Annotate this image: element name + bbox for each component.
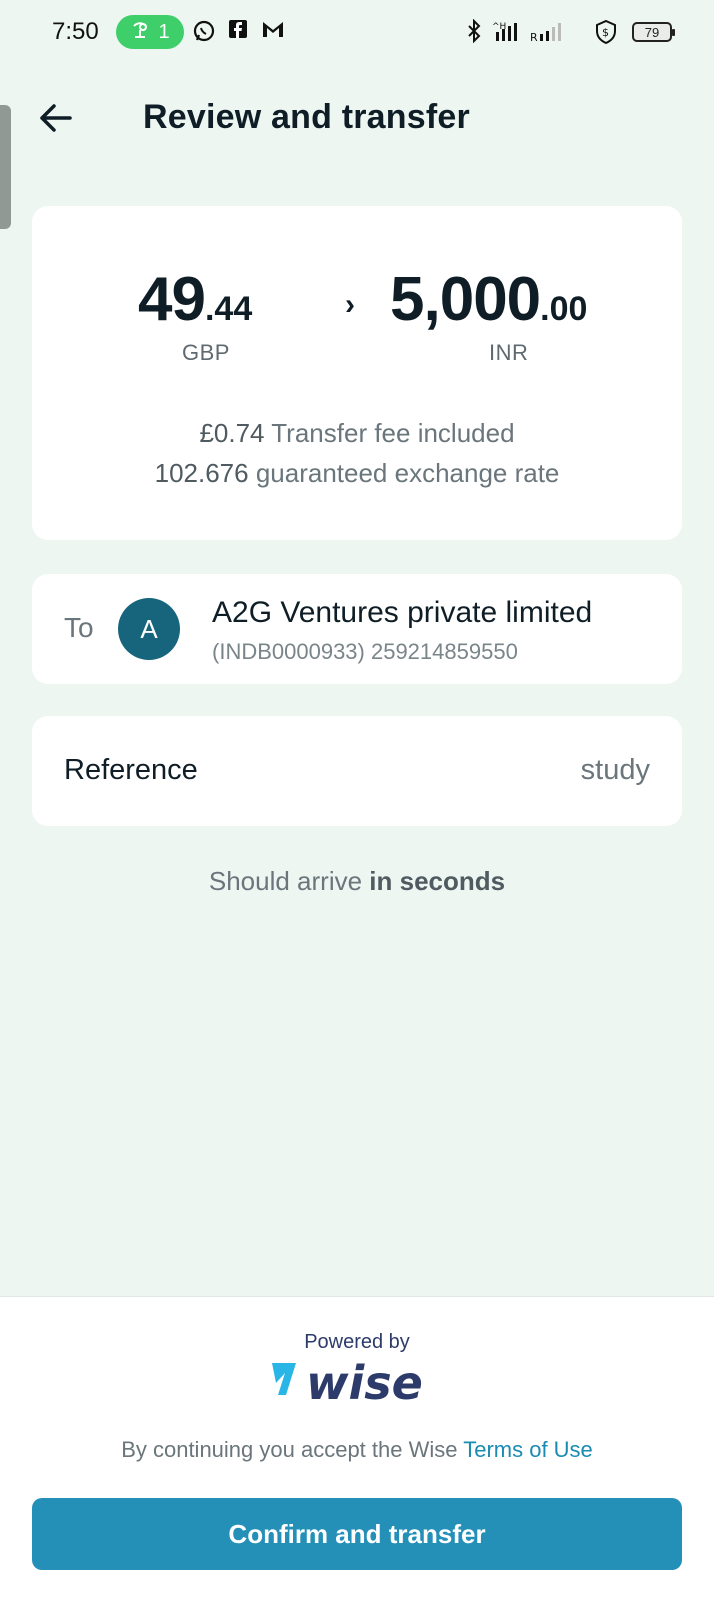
receive-amount: 5,000.00 [390,264,587,335]
receive-amount-integer: 5,000 [390,265,541,334]
send-currency: GBP [182,340,230,365]
recipient-name: A2G Ventures private limited [212,596,593,629]
arrival-estimate: Should arrive in seconds [0,866,714,897]
fee-text: Transfer fee included [264,418,515,448]
wise-logo: wise [268,1356,448,1410]
reference-label: Reference [64,754,198,786]
status-time: 7:50 [52,18,99,45]
hotspot-indicator: 1 [116,15,184,49]
page-title: Review and transfer [143,98,470,136]
hotspot-count: 1 [158,20,170,43]
status-bar: 7:50 1 ^H R $ 79 [0,0,714,66]
send-amount-decimal: .44 [204,290,253,328]
amount-summary-card: 49.44 GBP › 5,000.00 INR £0.74 Transfer … [32,206,682,540]
facebook-icon [228,19,248,46]
receive-amount-decimal: .00 [540,290,588,328]
footer: Powered by wise By continuing you accept… [0,1296,714,1600]
send-amount: 49.44 [138,264,252,335]
exchange-rate: 102.676 [154,458,249,488]
avatar: A [118,598,180,660]
recipient-account: (INDB0000933) 259214859550 [212,639,518,664]
signal-icon: ^H R [492,19,574,52]
send-amount-integer: 49 [138,265,206,334]
battery-level: 79 [644,24,660,40]
chevron-right-icon: › [345,288,355,321]
confirm-transfer-button[interactable]: Confirm and transfer [32,1498,682,1570]
back-button[interactable] [36,98,76,138]
fee-line: £0.74 Transfer fee included [32,418,682,449]
reference-value: study [580,754,650,786]
terms-prefix: By continuing you accept the Wise [121,1437,464,1462]
rate-text: guaranteed exchange rate [248,458,560,488]
gmail-icon [262,19,284,45]
back-arrow-icon [40,104,72,132]
recipient-card[interactable]: To A A2G Ventures private limited (INDB0… [32,574,682,684]
arrival-prefix: Should arrive [208,866,370,896]
wise-wordmark: wise [306,1357,423,1405]
avatar-letter: A [140,613,158,644]
to-label: To [64,612,94,643]
powered-by-label: Powered by [304,1331,410,1353]
bluetooth-icon [466,18,482,50]
arrival-time: in seconds [369,866,506,896]
reference-card[interactable]: Reference study [32,716,682,826]
terms-text: By continuing you accept the Wise Terms … [0,1437,714,1463]
shield-icon: $ [594,19,618,52]
fee-amount: £0.74 [199,418,265,448]
battery-icon: 79 [632,22,675,42]
receive-currency: INR [489,340,529,365]
hotspot-icon [130,21,150,44]
header: Review and transfer [0,88,714,152]
rate-line: 102.676 guaranteed exchange rate [32,458,682,489]
svg-text:$: $ [602,26,609,39]
network-label: R [530,31,538,44]
whatsapp-icon [192,19,216,50]
terms-of-use-link[interactable]: Terms of Use [463,1437,593,1462]
